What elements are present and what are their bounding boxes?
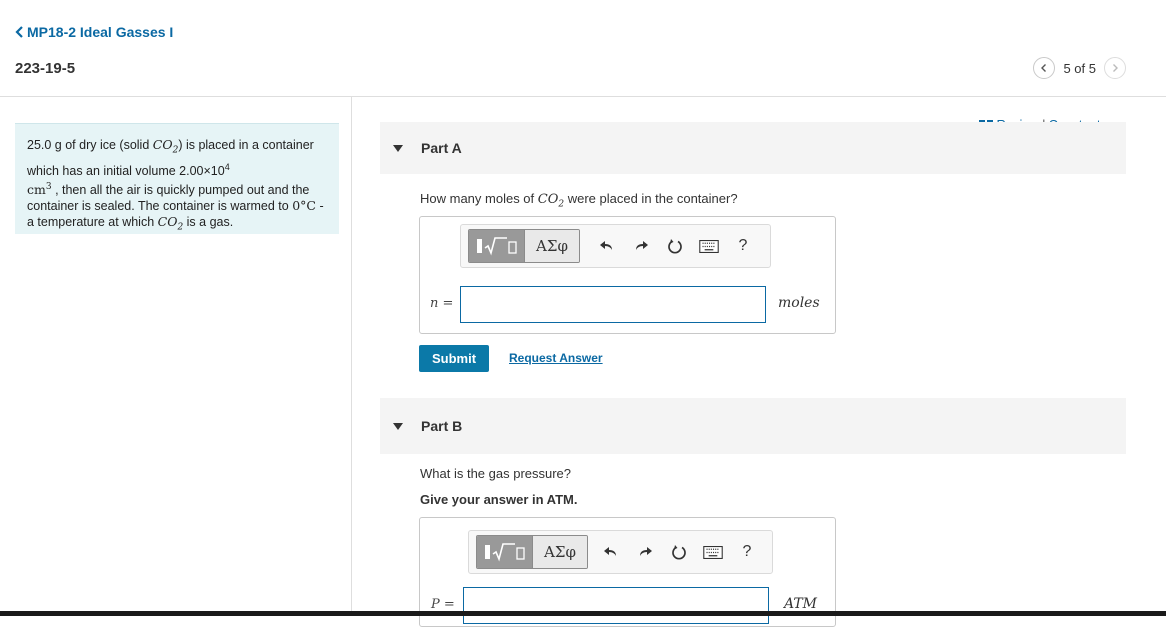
- help-button[interactable]: ?: [726, 230, 760, 262]
- reset-icon: [672, 545, 686, 560]
- problem-statement: 25.0 g of dry ice (solid CO2) is placed …: [15, 123, 339, 234]
- templates-button[interactable]: [477, 536, 533, 568]
- moles-unit: moles: [778, 295, 820, 311]
- atm-unit: ATM: [784, 596, 818, 612]
- part-a-answer-box: ΑΣφ ? n = moles: [419, 216, 836, 334]
- intro-text: , then all the air is quickly pumped out…: [27, 182, 310, 213]
- math-template-group: ΑΣφ: [468, 229, 580, 263]
- undo-icon: [604, 547, 616, 556]
- prev-button[interactable]: [1033, 57, 1056, 79]
- cm-unit: cm3: [27, 181, 52, 197]
- column-divider: [351, 97, 352, 616]
- part-b-question: What is the gas pressure?: [420, 466, 572, 481]
- redo-icon: [640, 547, 652, 556]
- window-bottom-edge: [0, 611, 1166, 616]
- part-a-header[interactable]: Part A: [380, 122, 1126, 174]
- help-button[interactable]: ?: [730, 536, 764, 568]
- undo-button[interactable]: [590, 230, 624, 262]
- pager-count: 5 of 5: [1063, 60, 1096, 76]
- reset-icon: [668, 239, 682, 254]
- radical-template-icon: [476, 237, 517, 256]
- greek-symbols-button[interactable]: ΑΣφ: [533, 536, 587, 568]
- keyboard-icon: [699, 239, 719, 253]
- redo-icon: [636, 241, 648, 250]
- math-toolbar: ΑΣφ ?: [460, 224, 771, 268]
- undo-icon: [600, 241, 612, 250]
- submit-button[interactable]: Submit: [419, 345, 489, 372]
- zero-degree: 0°: [292, 197, 307, 213]
- keyboard-button[interactable]: [696, 536, 730, 568]
- pager: 5 of 5: [1033, 57, 1126, 79]
- next-button[interactable]: [1104, 57, 1126, 79]
- collapse-triangle-icon: [393, 144, 405, 152]
- exponent: 4: [224, 161, 230, 172]
- collapse-triangle-icon: [393, 422, 405, 430]
- part-b-instruction: Give your answer in ATM.: [420, 492, 578, 507]
- p-variable-label: P =: [431, 597, 455, 612]
- part-a-question: How many moles of CO2 were placed in the…: [420, 191, 738, 210]
- back-link-label: MP18-2 Ideal Gasses I: [27, 24, 174, 40]
- moles-answer-input[interactable]: [460, 286, 766, 323]
- part-b-header[interactable]: Part B: [380, 398, 1126, 454]
- math-toolbar: ΑΣφ ?: [468, 530, 773, 574]
- reset-button[interactable]: [658, 230, 692, 262]
- reset-button[interactable]: [662, 536, 696, 568]
- radical-template-icon: [484, 543, 525, 562]
- keyboard-button[interactable]: [692, 230, 726, 262]
- intro-text: 25.0 g of dry ice (solid: [27, 138, 153, 152]
- request-answer-link[interactable]: Request Answer: [509, 351, 603, 365]
- celsius-unit: C: [306, 197, 316, 213]
- redo-button[interactable]: [628, 536, 662, 568]
- greek-symbols-button[interactable]: ΑΣφ: [525, 230, 579, 262]
- math-template-group: ΑΣφ: [476, 535, 588, 569]
- intro-text: is a gas.: [183, 214, 234, 229]
- back-link[interactable]: MP18-2 Ideal Gasses I: [14, 24, 173, 40]
- problem-id: 223-19-5: [15, 60, 76, 77]
- co2-formula: CO2: [157, 213, 184, 233]
- co2-formula: CO2: [152, 137, 179, 156]
- chevron-left-icon: [1041, 64, 1047, 72]
- redo-button[interactable]: [624, 230, 658, 262]
- keyboard-icon: [703, 545, 723, 559]
- n-variable-label: n =: [430, 296, 454, 311]
- part-b-label: Part B: [421, 418, 463, 434]
- part-a-label: Part A: [421, 140, 462, 156]
- undo-button[interactable]: [594, 536, 628, 568]
- header-divider: [0, 96, 1166, 97]
- chevron-right-icon: [1113, 64, 1118, 72]
- templates-button[interactable]: [469, 230, 525, 262]
- pressure-answer-input[interactable]: [463, 587, 769, 624]
- chevron-left-icon: [15, 26, 23, 38]
